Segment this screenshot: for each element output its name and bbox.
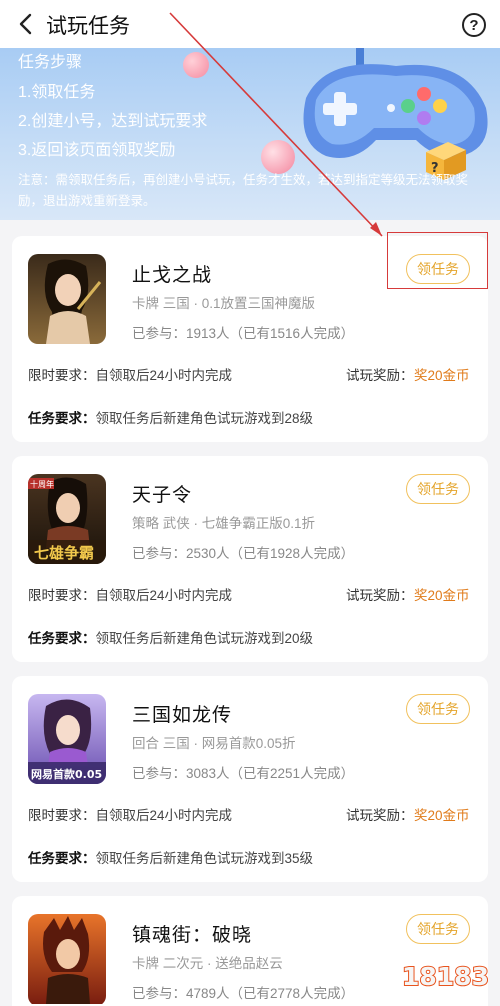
watermark-logo: 18183 xyxy=(401,961,490,992)
watermark-text: 18183 xyxy=(402,962,489,991)
annotation-arrow xyxy=(169,12,383,237)
annotation-highlight-box xyxy=(387,232,488,289)
